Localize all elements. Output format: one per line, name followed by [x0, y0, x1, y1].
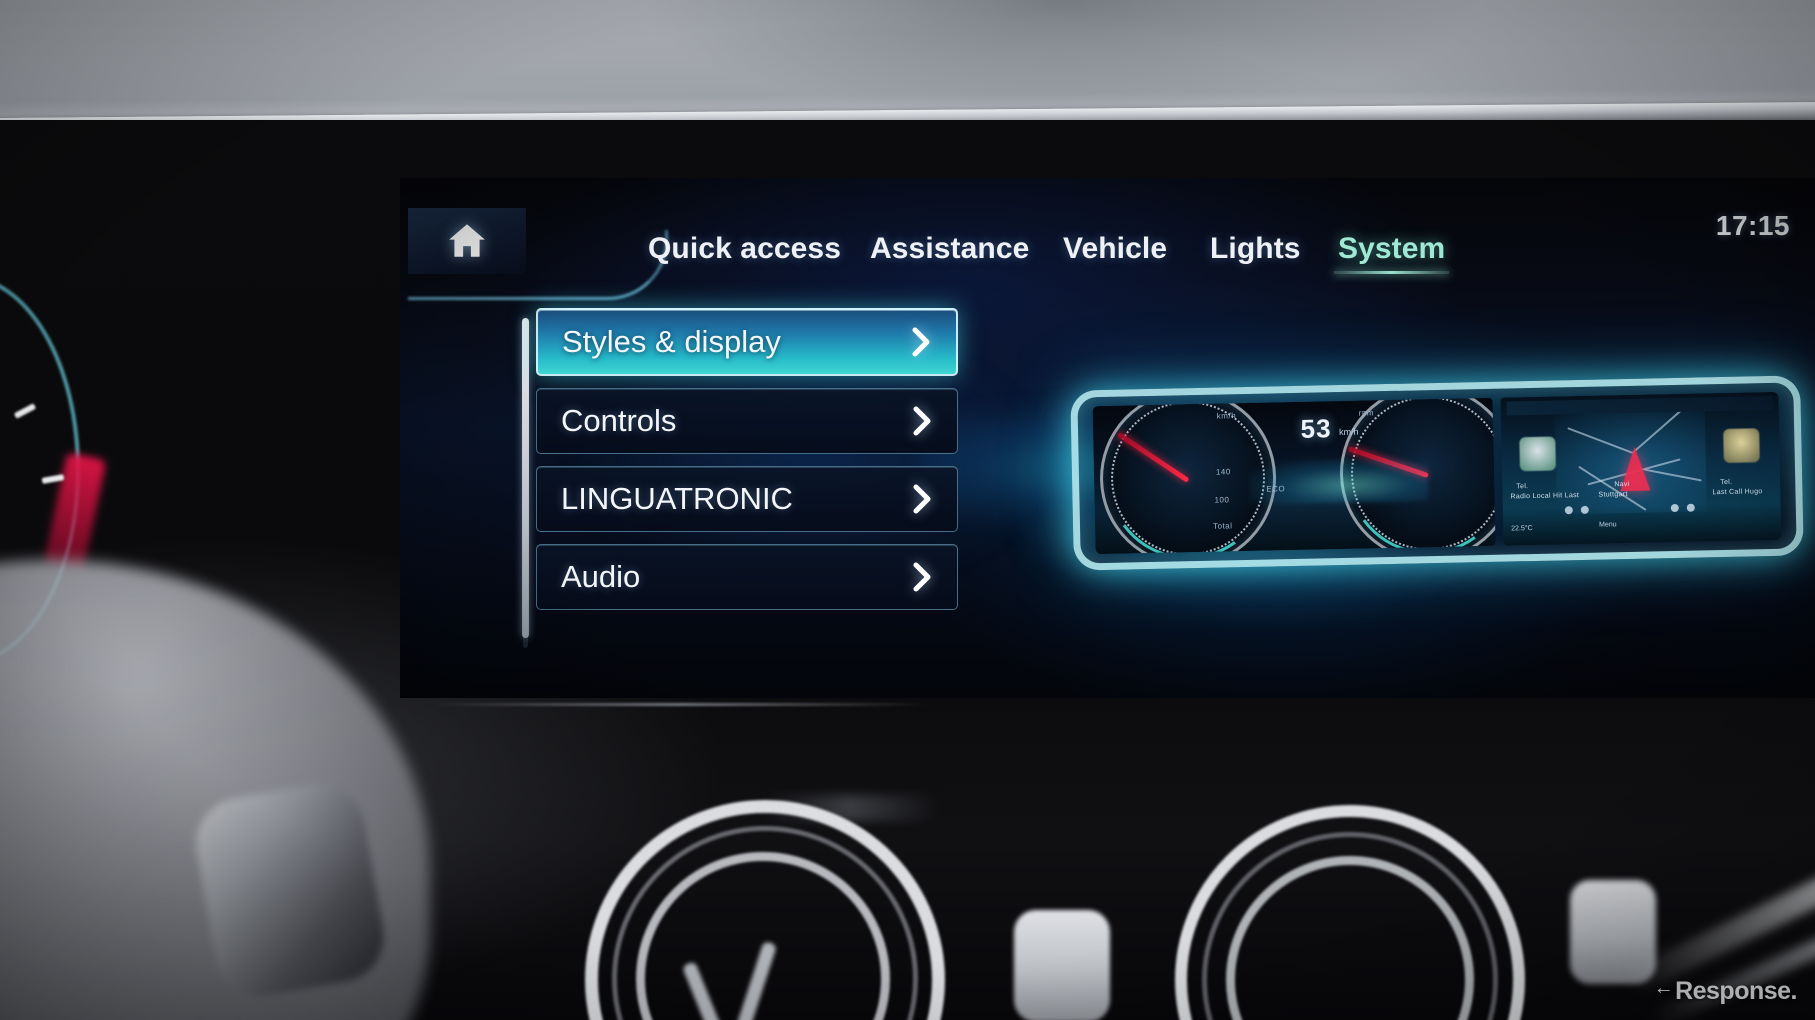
cluster-style-preview[interactable]: 53 km/h km/h rpm Total 140 100 ECO Tel. …	[1070, 375, 1804, 571]
phone-tile-icon	[1519, 436, 1556, 472]
cluster-minor-label: rpm	[1358, 408, 1375, 418]
contact-tile-icon	[1723, 428, 1760, 463]
tab-assistance[interactable]: Assistance	[870, 232, 1029, 274]
list-item-label: Audio	[561, 559, 641, 594]
chevron-right-icon	[887, 562, 957, 592]
map-road	[1644, 468, 1702, 482]
cluster-minor-label: km/h	[1216, 411, 1237, 421]
system-menu-list: Styles & display Controls LINGUATRONIC A…	[522, 308, 958, 622]
list-item-label: Styles & display	[562, 324, 781, 359]
main-nav-tabs: Quick access Assistance Vehicle Lights S…	[400, 232, 1815, 292]
cluster-speed-unit: km/h	[1339, 426, 1359, 438]
tile-caption-center: Navi	[1614, 480, 1630, 489]
tile-sub-left: Radio Local Hit Last	[1510, 492, 1580, 501]
watermark-text: Response.	[1675, 977, 1797, 1005]
tile-temperature: 22.5°C	[1511, 525, 1533, 533]
cluster-minor-label: ECO	[1266, 484, 1286, 494]
list-item-label: LINGUATRONIC	[561, 481, 793, 516]
cluster-minor-label: 140	[1215, 467, 1231, 477]
preview-instrument-cluster: 53 km/h km/h rpm Total 140 100 ECO	[1092, 397, 1496, 555]
tile-caption-right: Tel.	[1720, 478, 1733, 487]
list-item-label: Controls	[561, 403, 677, 438]
cluster-minor-label: Total	[1212, 521, 1233, 531]
mbux-infotainment-screen[interactable]: Quick access Assistance Vehicle Lights S…	[400, 178, 1815, 698]
chevron-right-icon	[887, 484, 957, 514]
list-item-styles-and-display[interactable]: Styles & display	[536, 308, 958, 376]
status-clock: 17:15	[1715, 210, 1790, 241]
tab-lights[interactable]: Lights	[1210, 232, 1301, 274]
preview-content: 53 km/h km/h rpm Total 140 100 ECO Tel. …	[1092, 391, 1782, 555]
screenshot-root: Quick access Assistance Vehicle Lights S…	[0, 0, 1815, 1020]
steering-wheel-hub	[188, 776, 392, 1004]
tile-bottom-label: Menu	[1599, 521, 1617, 529]
tab-system[interactable]: System	[1333, 232, 1450, 274]
list-item-linguatronic[interactable]: LINGUATRONIC	[536, 466, 958, 532]
tile-sub-center: Stuttgart	[1598, 491, 1628, 499]
watermark: ← Response.	[1653, 977, 1798, 1006]
screen-bezel-reflection	[430, 703, 930, 706]
list-item-controls[interactable]: Controls	[536, 388, 958, 454]
watermark-arrow-icon: ←	[1653, 977, 1674, 999]
tile-sub-right: Last Call Hugo	[1712, 488, 1763, 497]
preview-media-nav-tile: Tel. Navi Tel. Radio Local Hit Last Stut…	[1500, 391, 1782, 546]
tab-quick-access[interactable]: Quick access	[648, 232, 841, 274]
list-item-audio[interactable]: Audio	[536, 544, 958, 610]
air-vent-control-knob[interactable]	[1014, 910, 1110, 1020]
tile-caption-left: Tel.	[1516, 483, 1529, 491]
cluster-center-glow	[1249, 457, 1429, 505]
tab-vehicle[interactable]: Vehicle	[1063, 232, 1167, 274]
cluster-minor-label: 100	[1214, 495, 1230, 505]
chevron-right-icon	[886, 327, 956, 357]
chevron-right-icon	[887, 406, 957, 436]
